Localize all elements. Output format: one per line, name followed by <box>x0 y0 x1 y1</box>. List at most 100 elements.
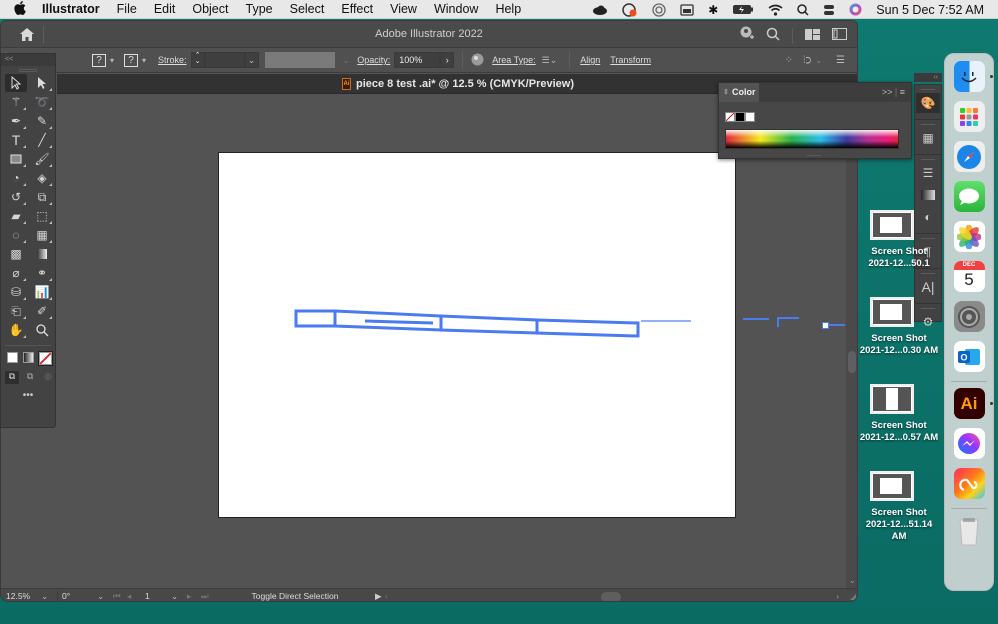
draw-normal-icon[interactable]: ⧉ <box>5 371 19 384</box>
rectangle-tool[interactable] <box>5 150 27 168</box>
dock-trash-icon[interactable] <box>954 515 985 546</box>
type-tool[interactable]: T <box>5 131 27 149</box>
white-color-swatch[interactable] <box>745 112 755 122</box>
menu-view[interactable]: View <box>390 2 417 16</box>
desktop-file-screenshot[interactable]: Screen Shot 2021-12...50.1 <box>858 210 940 270</box>
menu-window[interactable]: Window <box>434 2 478 16</box>
pen-tool[interactable]: ✒ <box>5 112 27 130</box>
next-artboard-icon[interactable]: ▸ <box>187 591 201 602</box>
free-transform-tool[interactable]: ⬚ <box>31 207 53 225</box>
menu-file[interactable]: File <box>117 2 137 16</box>
menu-object[interactable]: Object <box>192 2 228 16</box>
paintbrush-tool[interactable]: 🖌 <box>31 150 53 168</box>
scroll-right-arrow-icon[interactable]: › <box>836 591 839 601</box>
first-artboard-icon[interactable]: ⏮ <box>113 591 127 602</box>
control-panel-menu-icon[interactable]: ☰ <box>836 55 845 66</box>
artwork[interactable] <box>219 153 737 519</box>
status-menu-arrow-icon[interactable]: ▶ <box>375 591 385 602</box>
scale-tool[interactable]: ⧉ <box>31 188 53 206</box>
curvature-tool[interactable]: ✎ <box>31 112 53 130</box>
stroke-weight-stepper[interactable]: ⌃ ⌄ <box>190 52 205 68</box>
shaper-tool[interactable]: ◔ <box>5 169 27 187</box>
stroke-label[interactable]: Stroke: <box>158 55 187 65</box>
zoom-tool[interactable] <box>31 321 53 339</box>
stroke-weight-dropdown-chevron-icon[interactable]: ⌄ <box>244 52 259 68</box>
artboard-number-input[interactable]: 1 <box>141 591 171 601</box>
artwork-panel[interactable] <box>294 309 337 328</box>
artboard-tool[interactable]: ⎗ <box>5 302 27 320</box>
profile-dropdown-chevron-icon[interactable]: ⌄ <box>343 56 350 65</box>
area-type-align-icon[interactable]: ☰⌄ <box>542 55 558 66</box>
mesh-tool[interactable]: ▩ <box>5 245 27 263</box>
opacity-input[interactable]: 100% <box>394 52 441 68</box>
zoom-dropdown-chevron-icon[interactable]: ⌄ <box>41 591 57 602</box>
spotlight-search-icon[interactable] <box>797 3 809 16</box>
opacity-label[interactable]: Opacity: <box>357 55 390 65</box>
dock-calendar-icon[interactable]: DEC 5 <box>953 261 985 292</box>
scroll-left-arrow-icon[interactable]: ‹ <box>385 591 395 601</box>
menu-effect[interactable]: Effect <box>341 2 373 16</box>
none-swatch[interactable] <box>38 351 53 366</box>
rotate-tool[interactable]: ↺ <box>5 188 27 206</box>
eraser-tool[interactable]: ◈ <box>31 169 53 187</box>
desktop-file-screenshot[interactable]: Screen Shot 2021-12...0.30 AM <box>858 297 940 357</box>
off-artboard-object[interactable] <box>829 324 845 326</box>
artwork-panel[interactable] <box>535 318 640 338</box>
dock-system-preferences-icon[interactable] <box>953 301 985 332</box>
creative-cloud-icon[interactable] <box>592 5 608 15</box>
gradient-panel-icon[interactable] <box>916 185 940 205</box>
arrange-dropdown-chevron-icon[interactable]: ⌄ <box>815 56 822 65</box>
airdrop-icon[interactable] <box>652 2 666 17</box>
menu-edit[interactable]: Edit <box>154 2 176 16</box>
wifi-icon[interactable] <box>768 4 783 16</box>
align-button[interactable]: Align <box>580 55 600 65</box>
hand-tool[interactable]: ✋ <box>5 321 27 339</box>
slice-tool[interactable]: ✐ <box>31 302 53 320</box>
desktop-file-screenshot[interactable]: Screen Shot 2021-12...0.57 AM <box>858 384 940 444</box>
symbol-sprayer-tool[interactable]: ⛁ <box>5 283 27 301</box>
search-icon[interactable] <box>766 27 780 46</box>
recolor-artwork-icon[interactable] <box>471 53 484 68</box>
zoom-level-input[interactable]: 12.5% <box>1 591 41 601</box>
panel-resize-grip[interactable] <box>807 155 821 157</box>
dock-messenger-icon[interactable] <box>953 428 985 459</box>
artwork-slot[interactable] <box>364 319 434 325</box>
dock-illustrator-icon[interactable]: Ai <box>953 388 993 419</box>
apple-menu-icon[interactable] <box>14 0 30 18</box>
none-color-swatch[interactable] <box>725 112 735 122</box>
tools-panel-grip[interactable] <box>19 69 37 72</box>
vertical-scroll-thumb[interactable] <box>848 351 856 373</box>
menu-type[interactable]: Type <box>246 2 273 16</box>
desktop-file-screenshot[interactable]: Screen Shot 2021-12...51.14 AM <box>858 471 940 543</box>
status-text[interactable]: Toggle Direct Selection <box>215 591 375 601</box>
width-tool[interactable]: ▰ <box>5 207 27 225</box>
bluetooth-icon[interactable]: ✱ <box>708 3 718 17</box>
stroke-weight-input[interactable] <box>204 52 245 68</box>
rotation-dropdown-chevron-icon[interactable]: ⌄ <box>97 591 113 602</box>
dock-messages-icon[interactable] <box>953 181 985 212</box>
dock-finder-icon[interactable] <box>953 61 993 92</box>
dock-photos-icon[interactable] <box>953 221 985 252</box>
panel-dock-collapse-button[interactable]: ‹‹ <box>914 73 942 82</box>
off-artboard-object[interactable] <box>777 317 799 327</box>
dock-outlook-icon[interactable]: O <box>953 341 985 372</box>
previous-artboard-icon[interactable]: ◂ <box>127 591 141 602</box>
blend-tool[interactable]: ⚭ <box>31 264 53 282</box>
column-graph-tool[interactable]: 📊 <box>31 283 53 301</box>
color-spectrum[interactable] <box>725 129 899 149</box>
battery-charging-icon[interactable] <box>732 4 754 15</box>
area-type-label[interactable]: Area Type: <box>492 55 535 65</box>
panel-options-toggle-icon[interactable]: ⇕ <box>723 83 729 102</box>
swatches-icon[interactable]: ▦ <box>916 128 940 148</box>
opacity-expand-arrow-icon[interactable]: › <box>440 52 455 68</box>
black-color-swatch[interactable] <box>735 112 745 122</box>
menubar-clock[interactable]: Sun 5 Dec 7:52 AM <box>876 3 984 17</box>
resize-grip-icon[interactable]: ◢ <box>850 592 856 601</box>
draw-behind-icon[interactable]: ⧉ <box>23 371 37 384</box>
menu-help[interactable]: Help <box>495 2 521 16</box>
color-panel-menu-icon[interactable]: ≡ <box>900 87 905 97</box>
display-icon[interactable] <box>680 3 694 16</box>
menu-select[interactable]: Select <box>290 2 325 16</box>
notification-recorder-icon[interactable] <box>622 2 638 17</box>
perspective-grid-tool[interactable]: ▦ <box>31 226 53 244</box>
